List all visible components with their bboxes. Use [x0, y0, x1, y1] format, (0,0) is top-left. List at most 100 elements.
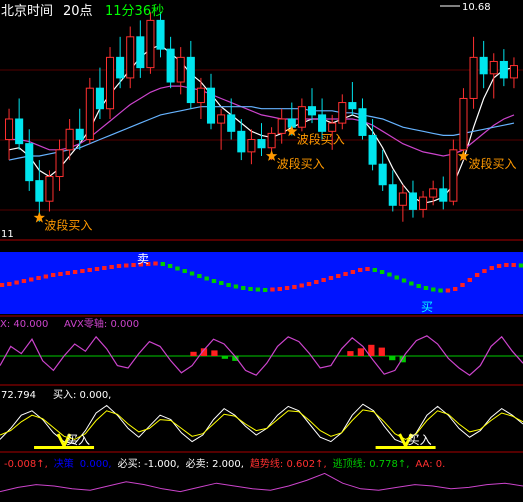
candle-body	[469, 56, 478, 99]
candle-body	[479, 56, 488, 75]
bottom-legend: -0.008↑, 决策 0.000, 必买: -1.000, 必卖: 2.000, 趋势线…	[4, 457, 445, 470]
trend-dot	[36, 276, 41, 280]
trend-dot	[80, 269, 85, 273]
candle	[419, 190, 428, 218]
candle	[459, 88, 468, 161]
oscillator-bar	[211, 350, 218, 356]
trend-dot	[248, 287, 253, 291]
candle-body	[237, 130, 246, 153]
trend-dot	[518, 263, 523, 268]
bottom-legend-item: 0.000,	[80, 459, 112, 470]
trend-dot	[270, 287, 275, 292]
candle-body	[378, 163, 387, 186]
trend-dot	[175, 266, 180, 271]
candle	[408, 180, 418, 218]
candle-body	[509, 65, 518, 79]
candle	[75, 108, 84, 150]
kd-value-label: 72.794	[1, 390, 36, 401]
trend-dot	[116, 264, 122, 268]
candle-body	[439, 188, 448, 202]
candle	[146, 12, 155, 74]
axis-tick: 11	[1, 229, 14, 240]
trend-dot	[277, 287, 282, 291]
candle-body	[186, 56, 195, 104]
oscillator-bar	[389, 356, 396, 361]
candle	[499, 49, 508, 87]
candle-body	[338, 102, 347, 124]
osc-legend-1: X: 40.000	[0, 319, 48, 330]
trend-dot	[262, 288, 268, 292]
oscillator-bar	[221, 356, 229, 359]
candle	[116, 36, 125, 89]
candle-body	[297, 106, 306, 128]
bottom-legend-item: 趋势线: 0.602↑,	[250, 457, 327, 470]
bottom-legend-item: AA: 0.	[415, 459, 445, 470]
candle-body	[227, 114, 236, 132]
candle-body	[348, 102, 357, 110]
trend-dot	[365, 267, 370, 271]
trend-pane: 卖 买	[0, 252, 523, 314]
trend-dot	[409, 281, 414, 286]
trend-dot	[241, 286, 246, 290]
candle	[105, 47, 115, 119]
trend-dot	[29, 277, 34, 282]
candle-body	[196, 87, 205, 104]
candle	[176, 47, 185, 95]
trend-dot	[394, 275, 399, 280]
trend-dot	[255, 287, 261, 292]
trend-dot	[438, 288, 443, 293]
chart-stage: 波段买入波段买入波段买入波段买入 北京时间 20点 11分36秒 10.68 1…	[0, 2, 523, 493]
candle-body	[25, 143, 34, 182]
kd-pane: 72.794 买入: 0.000, 买入 买入	[0, 389, 523, 449]
candle-body	[419, 196, 428, 210]
candle-body	[429, 188, 438, 198]
trend-dot	[321, 278, 326, 282]
trend-dot	[65, 271, 70, 275]
trend-dot	[453, 287, 458, 291]
trend-dot	[189, 271, 195, 276]
candle-body	[65, 128, 74, 151]
candle-body	[85, 87, 94, 141]
candle-body	[146, 19, 155, 69]
trend-dot	[474, 273, 480, 277]
clock-rest: 11分36秒	[105, 4, 164, 19]
candle-body	[267, 132, 276, 149]
trend-dot	[167, 264, 173, 268]
trend-dot	[482, 269, 487, 273]
trend-dot	[504, 263, 509, 267]
trend-dot	[160, 262, 166, 266]
trend-dot	[379, 270, 385, 274]
candlestick-pane: 波段买入波段买入波段买入波段买入 北京时间 20点 11分36秒 10.68 1…	[0, 2, 523, 240]
candle	[45, 170, 54, 212]
candle	[186, 40, 195, 109]
trend-sell-label: 卖	[137, 252, 149, 266]
trend-dot	[314, 280, 319, 284]
candle	[388, 170, 397, 212]
candle-body	[156, 19, 165, 50]
candle	[307, 88, 317, 124]
candle	[449, 139, 458, 206]
trend-dot	[489, 266, 494, 270]
candle-body	[206, 87, 216, 124]
kd-buy-markers: 买入 买入	[34, 433, 436, 449]
candle	[227, 98, 236, 140]
candle	[85, 77, 94, 144]
candle-body	[277, 118, 286, 134]
candle-body	[368, 134, 377, 165]
candle-body	[388, 184, 397, 206]
trend-dot	[357, 268, 363, 272]
candle-body	[449, 149, 458, 202]
trend-dot	[87, 268, 92, 272]
bottom-pane: -0.008↑, 决策 0.000, 必买: -1.000, 必卖: 2.000, 趋势线…	[0, 457, 523, 493]
trend-dot	[21, 279, 27, 283]
bottom-legend-item: 必买: -1.000,	[118, 457, 180, 470]
candle-body	[318, 114, 327, 132]
candle-body	[45, 176, 54, 202]
candle-body	[358, 108, 367, 136]
candle	[196, 77, 205, 119]
trend-dot	[299, 283, 304, 288]
trend-dot	[416, 284, 421, 288]
candle-body	[398, 192, 407, 206]
trend-dot	[306, 282, 312, 286]
trend-dot	[72, 270, 78, 274]
